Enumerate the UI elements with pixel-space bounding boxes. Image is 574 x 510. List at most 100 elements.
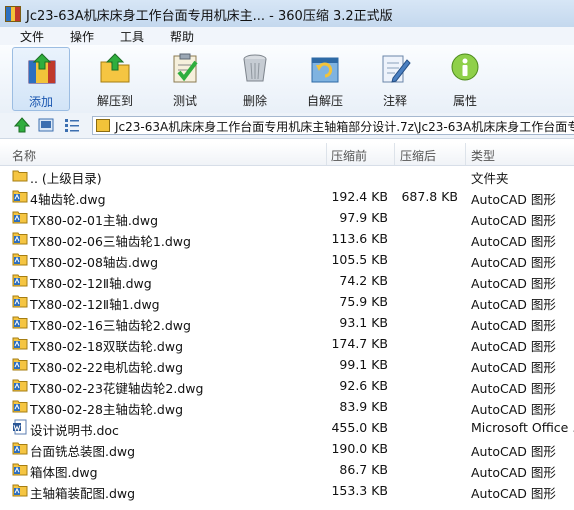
file-type: AutoCAD 图形 <box>471 360 556 375</box>
address-field[interactable]: Jc23-63A机床床身工作台面专用机床主轴箱部分设计.7z\Jc23-63A机… <box>92 116 574 135</box>
column-size[interactable]: 压缩前 <box>331 147 367 164</box>
autocad-file-icon <box>12 251 28 267</box>
autocad-file-icon <box>12 314 28 330</box>
file-type: AutoCAD 图形 <box>471 402 556 417</box>
file-type: AutoCAD 图形 <box>471 213 556 228</box>
extract-to-button[interactable]: 解压到 <box>86 47 144 111</box>
file-size: 97.9 KB <box>339 210 388 225</box>
file-row[interactable]: 箱体图.dwg 86.7 KB AutoCAD 图形 <box>0 459 574 480</box>
autocad-file-icon <box>12 377 28 393</box>
file-size: 190.0 KB <box>331 441 388 456</box>
file-row[interactable]: TX80-02-16三轴齿轮2.dwg 93.1 KB AutoCAD 图形 <box>0 312 574 333</box>
file-type: AutoCAD 图形 <box>471 486 556 501</box>
file-name: 台面铣总装图.dwg <box>30 444 136 459</box>
file-type: AutoCAD 图形 <box>471 255 556 270</box>
file-name: TX80-02-01主轴.dwg <box>30 213 159 228</box>
add-label: 添加 <box>28 95 53 109</box>
add-button[interactable]: 添加 <box>12 47 70 111</box>
self-extract-button[interactable]: 自解压 <box>296 47 354 111</box>
extract-to-label: 解压到 <box>96 94 133 108</box>
file-row[interactable]: 台面铣总装图.dwg 190.0 KB AutoCAD 图形 <box>0 438 574 459</box>
properties-button[interactable]: 属性 <box>436 47 494 111</box>
parent-directory-row[interactable]: .. (上级目录) 文件夹 <box>0 165 574 186</box>
extract-to-icon <box>100 53 130 83</box>
column-divider[interactable] <box>326 143 327 165</box>
column-packed[interactable]: 压缩后 <box>400 147 436 164</box>
file-name: TX80-02-12Ⅱ轴.dwg <box>30 276 152 291</box>
column-name[interactable]: 名称 <box>12 147 36 164</box>
file-name: TX80-02-16三轴齿轮2.dwg <box>30 318 191 333</box>
add-archive-icon <box>28 53 56 84</box>
autocad-file-icon <box>12 482 28 498</box>
address-path: Jc23-63A机床床身工作台面专用机床主轴箱部分设计.7z\Jc23-63A机… <box>115 120 574 134</box>
autocad-file-icon <box>12 293 28 309</box>
file-type: AutoCAD 图形 <box>471 465 556 480</box>
comment-label: 注释 <box>382 94 407 108</box>
column-divider[interactable] <box>465 143 466 165</box>
file-row[interactable]: TX80-02-22电机齿轮.dwg 99.1 KB AutoCAD 图形 <box>0 354 574 375</box>
parent-folder-icon <box>12 167 28 183</box>
delete-bin-icon <box>243 54 267 82</box>
file-size: 99.1 KB <box>339 357 388 372</box>
file-name: 4轴齿轮.dwg <box>30 192 106 207</box>
file-type: AutoCAD 图形 <box>471 318 556 333</box>
file-row[interactable]: TX80-02-28主轴齿轮.dwg 83.9 KB AutoCAD 图形 <box>0 396 574 417</box>
menu-file[interactable]: 文件 <box>20 28 44 45</box>
autocad-file-icon <box>12 398 28 414</box>
file-type: Microsoft Office ... <box>471 420 574 435</box>
delete-button[interactable]: 删除 <box>226 47 284 111</box>
file-size: 93.1 KB <box>339 315 388 330</box>
file-name: TX80-02-08轴齿.dwg <box>30 255 159 270</box>
window-title: Jc23-63A机床床身工作台面专用机床主... - 360压缩 3.2正式版 <box>26 9 393 24</box>
file-name: 主轴箱装配图.dwg <box>30 486 136 501</box>
test-clipboard-icon <box>173 53 198 83</box>
file-size: 455.0 KB <box>331 420 388 435</box>
autocad-file-icon <box>12 461 28 477</box>
file-size: 174.7 KB <box>331 336 388 351</box>
comment-icon <box>382 55 411 83</box>
properties-label: 属性 <box>452 94 477 108</box>
thumbnail-view-icon[interactable] <box>38 117 54 133</box>
file-name: 箱体图.dwg <box>30 465 98 480</box>
file-name: TX80-02-22电机齿轮.dwg <box>30 360 184 375</box>
archive-app-icon <box>5 6 21 22</box>
file-row[interactable]: TX80-02-12Ⅱ轴.dwg 74.2 KB AutoCAD 图形 <box>0 270 574 291</box>
test-button[interactable]: 测试 <box>156 47 214 111</box>
file-row[interactable]: TX80-02-18双联齿轮.dwg 174.7 KB AutoCAD 图形 <box>0 333 574 354</box>
file-row[interactable]: TX80-02-08轴齿.dwg 105.5 KB AutoCAD 图形 <box>0 249 574 270</box>
up-level-arrow-icon[interactable] <box>14 117 30 133</box>
file-size: 86.7 KB <box>339 462 388 477</box>
menu-operation[interactable]: 操作 <box>70 28 94 45</box>
file-type: 文件夹 <box>471 171 509 186</box>
file-type: AutoCAD 图形 <box>471 444 556 459</box>
autocad-file-icon <box>12 188 28 204</box>
file-name: .. (上级目录) <box>30 171 102 186</box>
self-extract-icon <box>311 57 339 83</box>
file-row[interactable]: 主轴箱装配图.dwg 153.3 KB AutoCAD 图形 <box>0 480 574 501</box>
menu-help[interactable]: 帮助 <box>170 28 194 45</box>
file-size: 74.2 KB <box>339 273 388 288</box>
file-row[interactable]: 4轴齿轮.dwg 192.4 KB 687.8 KB AutoCAD 图形 <box>0 186 574 207</box>
title-bar: Jc23-63A机床床身工作台面专用机床主... - 360压缩 3.2正式版 <box>0 0 574 28</box>
test-label: 测试 <box>172 94 197 108</box>
word-document-icon <box>12 419 28 435</box>
list-view-icon[interactable] <box>64 117 80 133</box>
file-size: 192.4 KB <box>331 189 388 204</box>
file-name: TX80-02-28主轴齿轮.dwg <box>30 402 184 417</box>
file-row[interactable]: 设计说明书.doc 455.0 KB Microsoft Office ... <box>0 417 574 438</box>
menu-tools[interactable]: 工具 <box>120 28 144 45</box>
column-type[interactable]: 类型 <box>471 147 495 164</box>
comment-button[interactable]: 注释 <box>366 47 424 111</box>
self-extract-label: 自解压 <box>306 94 343 108</box>
file-row[interactable]: TX80-02-23花键轴齿轮2.dwg 92.6 KB AutoCAD 图形 <box>0 375 574 396</box>
file-row[interactable]: TX80-02-12Ⅱ轴1.dwg 75.9 KB AutoCAD 图形 <box>0 291 574 312</box>
file-row[interactable]: TX80-02-06三轴齿轮1.dwg 113.6 KB AutoCAD 图形 <box>0 228 574 249</box>
file-name: TX80-02-18双联齿轮.dwg <box>30 339 184 354</box>
file-size: 153.3 KB <box>331 483 388 498</box>
info-icon <box>451 53 479 81</box>
column-divider[interactable] <box>394 143 395 165</box>
autocad-file-icon <box>12 335 28 351</box>
file-row[interactable]: TX80-02-01主轴.dwg 97.9 KB AutoCAD 图形 <box>0 207 574 228</box>
autocad-file-icon <box>12 440 28 456</box>
file-type: AutoCAD 图形 <box>471 339 556 354</box>
